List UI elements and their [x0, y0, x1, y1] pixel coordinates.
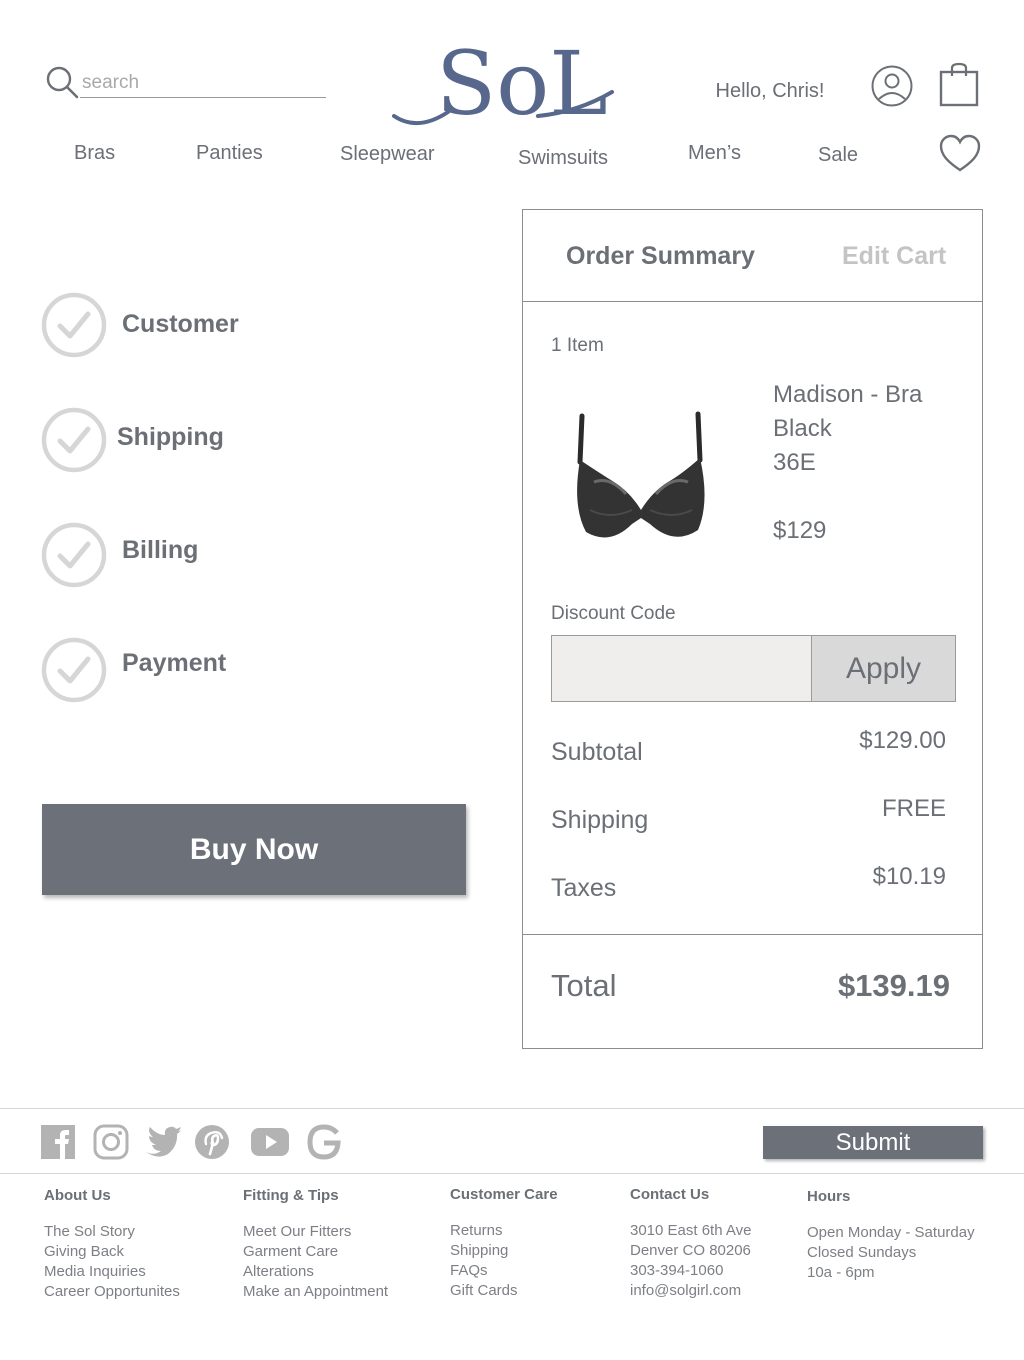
footer-link[interactable]: Shipping	[450, 1241, 640, 1261]
footer-hours: Hours Open Monday - Saturday Closed Sund…	[807, 1187, 1007, 1283]
footer-link[interactable]: Alterations	[243, 1262, 433, 1282]
nav-swimsuits[interactable]: Swimsuits	[518, 147, 608, 170]
shopping-bag-icon[interactable]	[938, 62, 980, 108]
greeting-text: Hello, Chris!	[715, 80, 825, 102]
footer-link[interactable]: Career Opportunites	[44, 1282, 234, 1302]
footer-link[interactable]: FAQs	[450, 1261, 640, 1281]
order-summary-title: Order Summary	[566, 242, 755, 270]
submit-button[interactable]: Submit	[763, 1126, 983, 1159]
sol-logo[interactable]: SoL	[388, 20, 618, 130]
search-input[interactable]	[80, 68, 326, 98]
product-name: Madison - Bra	[773, 381, 923, 408]
subtotal-label: Subtotal	[551, 738, 643, 766]
taxes-label: Taxes	[551, 874, 617, 902]
footer-link[interactable]: Meet Our Fitters	[243, 1222, 433, 1242]
search-icon[interactable]	[44, 64, 80, 100]
footer-link[interactable]: Returns	[450, 1221, 640, 1241]
step-billing[interactable]: Billing	[122, 536, 198, 565]
discount-code-input[interactable]	[551, 635, 812, 702]
footer-link: 3010 East 6th Ave	[630, 1222, 752, 1239]
footer-text: 10a - 6pm	[807, 1264, 875, 1281]
customer-check-icon	[41, 292, 107, 358]
footer-link[interactable]: Gift Cards	[450, 1281, 640, 1301]
footer-heading: Contact Us	[630, 1186, 710, 1203]
footer-link[interactable]: The Sol Story	[44, 1222, 234, 1242]
facebook-icon[interactable]	[40, 1124, 76, 1160]
footer-heading: About Us	[44, 1187, 111, 1204]
item-count: 1 Item	[551, 335, 604, 356]
youtube-icon[interactable]	[250, 1124, 290, 1160]
instagram-icon[interactable]	[93, 1124, 129, 1160]
footer-about-us: About Us The Sol Story Giving Back Media…	[44, 1186, 234, 1302]
discount-code-label: Discount Code	[551, 603, 676, 624]
footer-fitting-tips: Fitting & Tips Meet Our Fitters Garment …	[243, 1186, 433, 1302]
footer-link[interactable]: info@solgirl.com	[630, 1281, 820, 1301]
product-size: 36E	[773, 449, 816, 476]
twitter-icon[interactable]	[144, 1124, 182, 1160]
total-label: Total	[551, 968, 617, 1003]
footer-heading: Fitting & Tips	[243, 1187, 339, 1204]
payment-check-icon	[41, 637, 107, 703]
footer-link: Denver CO 80206	[630, 1242, 751, 1259]
footer-text: Closed Sundays	[807, 1244, 917, 1261]
footer-link[interactable]: 303-394-1060	[630, 1261, 820, 1281]
step-customer[interactable]: Customer	[122, 310, 239, 339]
google-icon[interactable]	[306, 1124, 342, 1160]
footer-customer-care: Customer Care Returns Shipping FAQs Gift…	[450, 1185, 640, 1301]
shipping-label: Shipping	[551, 806, 649, 834]
footer-heading: Customer Care	[450, 1186, 558, 1203]
apply-discount-button[interactable]: Apply	[811, 635, 956, 702]
footer-top-rule	[0, 1108, 1024, 1109]
summary-total-divider	[522, 934, 983, 935]
product-price: $129	[773, 517, 827, 544]
footer-link[interactable]: Giving Back	[44, 1242, 234, 1262]
total-value: $139.19	[837, 968, 950, 1003]
subtotal-value: $129.00	[859, 727, 946, 754]
taxes-value: $10.19	[872, 863, 946, 890]
nav-sale[interactable]: Sale	[818, 144, 858, 167]
buy-now-button[interactable]: Buy Now	[42, 804, 466, 895]
footer-link[interactable]: Make an Appointment	[243, 1282, 433, 1302]
step-shipping[interactable]: Shipping	[117, 423, 224, 452]
billing-check-icon	[41, 522, 107, 588]
footer-heading: Hours	[807, 1188, 851, 1205]
footer-text: Open Monday - Saturday	[807, 1224, 975, 1241]
step-payment[interactable]: Payment	[122, 649, 226, 678]
shipping-value: FREE	[881, 795, 946, 822]
account-icon[interactable]	[870, 64, 914, 108]
nav-mens[interactable]: Men’s	[688, 142, 741, 165]
heart-icon[interactable]	[938, 134, 982, 174]
nav-sleepwear[interactable]: Sleepwear	[340, 143, 435, 166]
product-image[interactable]	[570, 410, 712, 550]
footer-contact-us: Contact Us 3010 East 6th Ave Denver CO 8…	[630, 1185, 820, 1301]
pinterest-icon[interactable]	[194, 1124, 230, 1160]
product-color: Black	[773, 415, 832, 442]
footer-link[interactable]: Garment Care	[243, 1242, 433, 1262]
edit-cart-link[interactable]: Edit Cart	[842, 242, 946, 271]
footer-link[interactable]: Media Inquiries	[44, 1262, 234, 1282]
summary-header-divider	[522, 301, 983, 302]
nav-bras[interactable]: Bras	[74, 142, 115, 165]
shipping-check-icon	[41, 407, 107, 473]
nav-panties[interactable]: Panties	[196, 142, 263, 165]
footer-divider	[0, 1173, 1024, 1174]
logo-text: SoL	[436, 32, 608, 130]
